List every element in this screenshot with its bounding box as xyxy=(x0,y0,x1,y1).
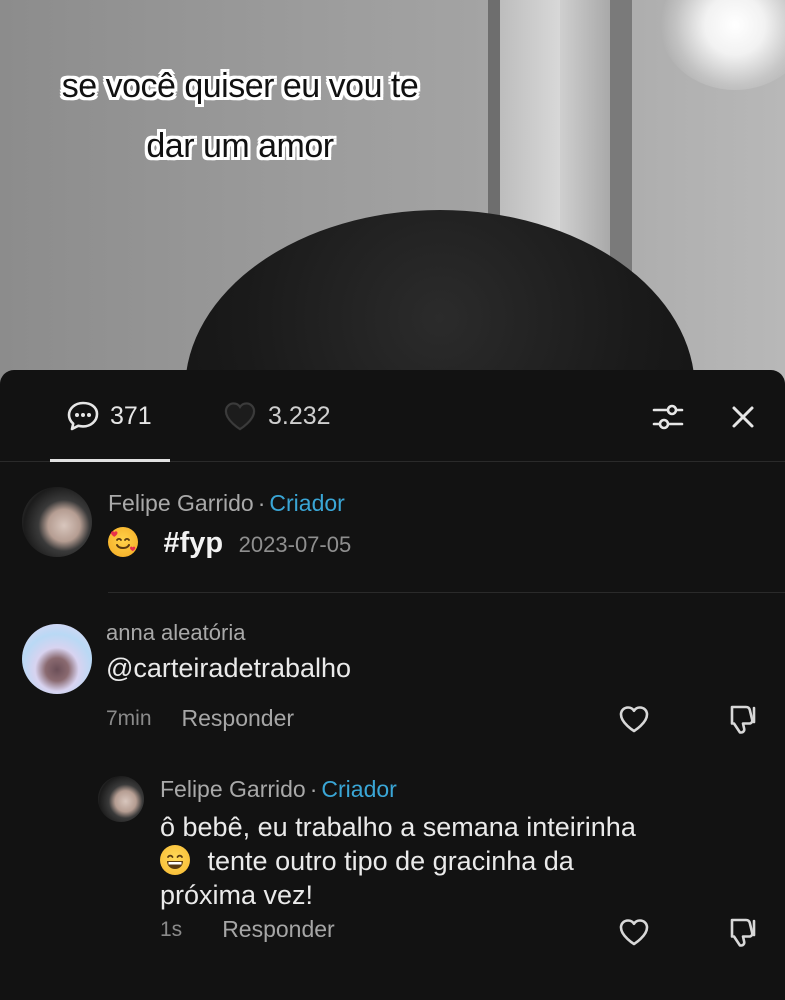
reply-button[interactable]: Responder xyxy=(182,705,295,732)
tab-comments[interactable]: 371 xyxy=(66,400,152,432)
reply-item: Felipe Garrido · Criador ô bebê, eu trabal… xyxy=(0,760,785,1000)
reply-meta: 1s Responder xyxy=(160,916,335,943)
reply-text: ô bebê, eu trabalho a semana inteirinha … xyxy=(160,810,760,912)
video-frame[interactable]: se você quiser eu vou te dar um amor xyxy=(0,0,785,400)
grinning-face-icon xyxy=(160,845,190,875)
avatar[interactable] xyxy=(22,487,92,557)
like-reply-button[interactable] xyxy=(616,916,652,948)
video-caption-line: dar um amor xyxy=(146,127,334,165)
comment-author[interactable]: anna aleatória xyxy=(106,620,245,646)
dislike-comment-button[interactable] xyxy=(724,703,760,735)
smiling-face-with-hearts-icon xyxy=(108,527,138,557)
video-caption-line: se você quiser eu vou te xyxy=(61,67,419,105)
reply-text-line-with-emoji: tente outro tipo de gracinha da xyxy=(160,844,760,878)
likes-count: 3.232 xyxy=(268,401,331,430)
reply-text-line: próxima vez! xyxy=(160,880,314,910)
comment-text: @carteiradetrabalho xyxy=(106,653,352,683)
filter-button[interactable] xyxy=(650,400,686,434)
author-separator: · xyxy=(309,776,318,802)
caption-text: #fyp 2023-07-05 xyxy=(108,526,351,562)
heart-outline-icon xyxy=(616,703,652,735)
creator-caption: Felipe Garrido · Criador #fyp 2023-07-05 xyxy=(0,462,785,592)
reply-text-line: ô bebê, eu trabalho a semana inteirinha xyxy=(160,812,636,842)
heart-outline-icon xyxy=(616,916,652,948)
reply-time: 1s xyxy=(160,917,183,941)
comment-item: anna aleatória @carteiradetrabalho 7min … xyxy=(0,593,785,758)
video-caption: se você quiser eu vou te dar um amor xyxy=(0,56,480,176)
sliders-icon xyxy=(650,400,686,434)
author-separator: · xyxy=(257,490,266,516)
creator-badge: Criador xyxy=(321,776,397,802)
comment-meta: 7min Responder xyxy=(106,705,294,732)
hashtag-link[interactable]: #fyp xyxy=(164,527,224,559)
comments-count: 371 xyxy=(110,401,152,430)
thumbs-down-icon xyxy=(724,703,760,735)
avatar[interactable] xyxy=(22,624,92,694)
author-name[interactable]: Felipe Garrido xyxy=(160,776,306,802)
close-icon xyxy=(728,402,758,432)
reply-text-line: tente outro tipo de gracinha da xyxy=(207,846,574,876)
comment-bubble-icon xyxy=(66,400,100,432)
avatar[interactable] xyxy=(98,776,144,822)
dislike-reply-button[interactable] xyxy=(724,916,760,948)
ceiling-light xyxy=(660,0,785,90)
thumbs-down-icon xyxy=(724,916,760,948)
comment-author: Felipe Garrido · Criador xyxy=(108,490,345,517)
like-comment-button[interactable] xyxy=(616,703,652,735)
author-name[interactable]: Felipe Garrido xyxy=(108,490,254,516)
comment-author: Felipe Garrido · Criador xyxy=(160,776,397,803)
comment-time: 7min xyxy=(106,706,152,730)
tab-likes[interactable]: 3.232 xyxy=(222,400,331,432)
close-button[interactable] xyxy=(728,402,758,432)
sheet-header: 371 3.232 xyxy=(0,370,785,462)
reply-button[interactable]: Responder xyxy=(222,916,335,943)
comments-sheet: 371 3.232 Felipe Garrido · Criador #fyp … xyxy=(0,370,785,1000)
heart-outline-icon xyxy=(222,400,258,432)
creator-badge: Criador xyxy=(269,490,345,516)
post-date: 2023-07-05 xyxy=(238,532,352,557)
